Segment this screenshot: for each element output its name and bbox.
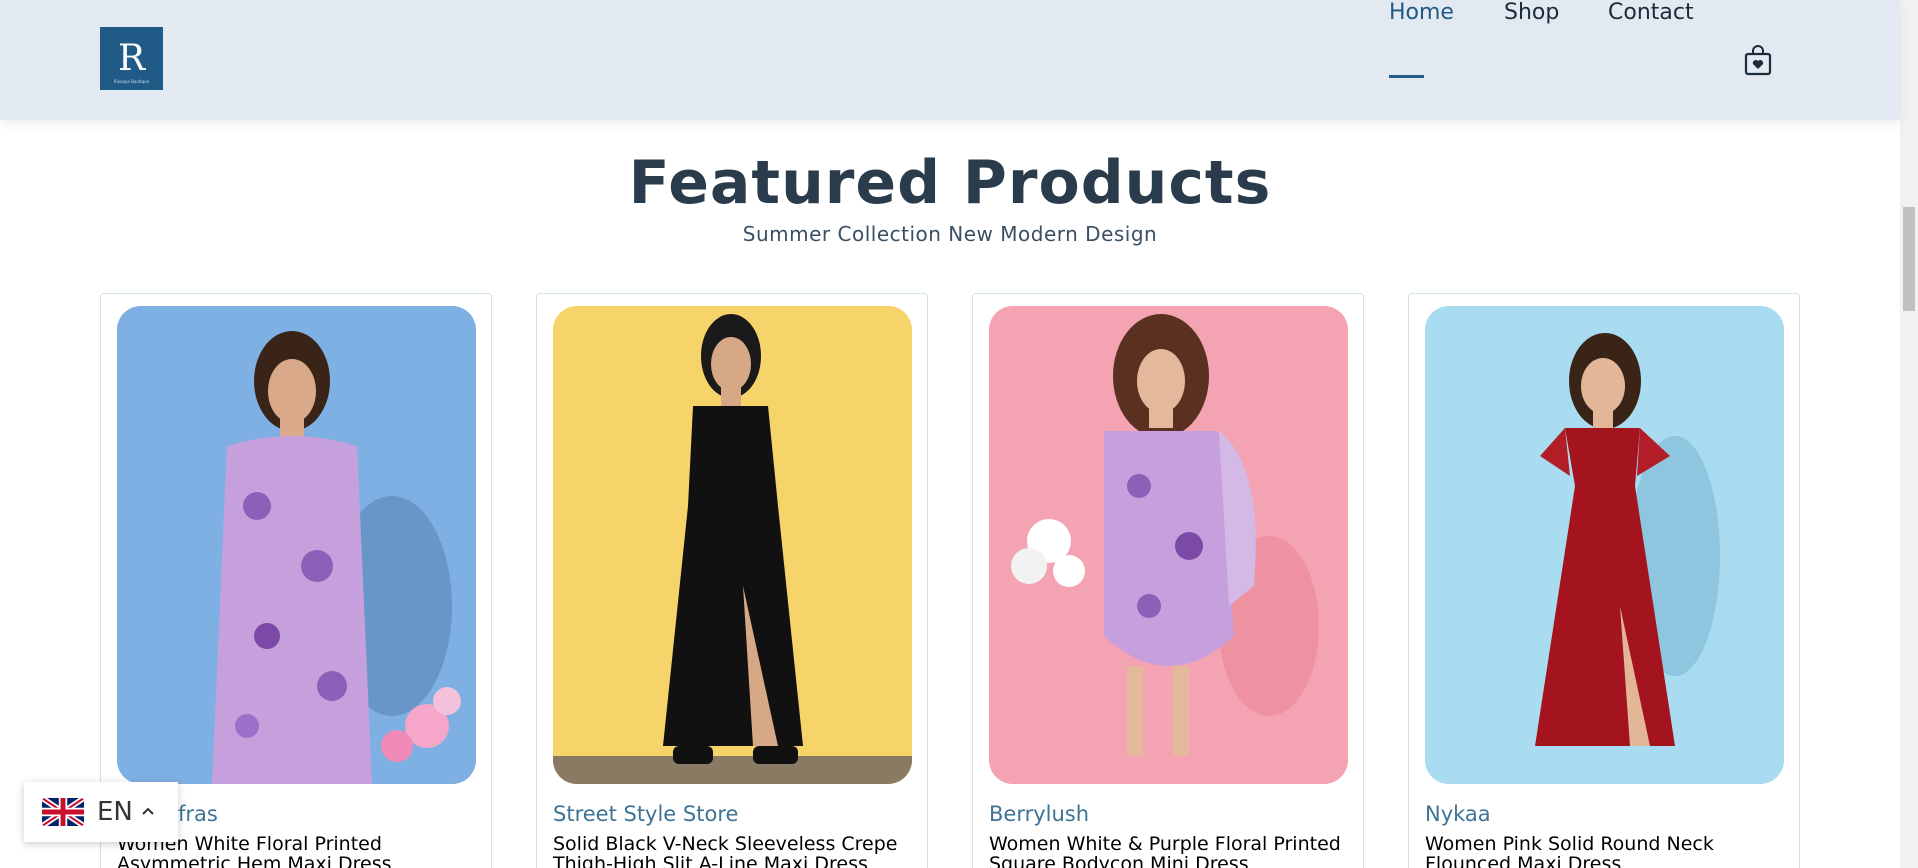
product-card[interactable]: Berrylush Women White & Purple Floral Pr… — [972, 293, 1364, 868]
scrollbar-thumb[interactable] — [1903, 207, 1915, 311]
page-scrollbar[interactable] — [1900, 0, 1918, 868]
chevron-up-icon — [141, 804, 155, 820]
nav-shop[interactable]: Shop — [1504, 0, 1559, 25]
language-switcher[interactable]: EN — [24, 782, 178, 842]
site-logo[interactable]: R Rivaaya Boutique — [100, 27, 163, 90]
product-image[interactable] — [117, 306, 476, 784]
shopping-bag-icon[interactable] — [1744, 44, 1772, 76]
product-image[interactable] — [989, 306, 1348, 784]
product-brand[interactable]: Street Style Store — [553, 802, 738, 826]
product-image[interactable] — [1425, 306, 1784, 784]
product-brand[interactable]: Berrylush — [989, 802, 1089, 826]
product-name[interactable]: Women Pink Solid Round Neck Flounced Max… — [1425, 834, 1785, 868]
product-image[interactable] — [553, 306, 912, 784]
section-title: Featured Products — [628, 148, 1272, 218]
product-brand[interactable]: Nykaa — [1425, 802, 1491, 826]
language-code: EN — [97, 797, 133, 827]
logo-text: Rivaaya Boutique — [113, 79, 150, 84]
logo-letter: R — [117, 38, 146, 79]
uk-flag-icon — [42, 798, 84, 826]
section-subtitle: Summer Collection New Modern Design — [742, 222, 1158, 246]
product-card[interactable]: Street Style Store Solid Black V-Neck Sl… — [536, 293, 928, 868]
page: R Rivaaya Boutique Home Shop Contact Fea… — [0, 0, 1918, 868]
nav-contact[interactable]: Contact — [1608, 0, 1694, 25]
product-name[interactable]: Solid Black V-Neck Sleeveless Crepe Thig… — [553, 834, 913, 868]
nav-home[interactable]: Home — [1389, 0, 1454, 25]
product-card[interactable]: Nykaa Women Pink Solid Round Neck Flounc… — [1408, 293, 1800, 868]
site-header: R Rivaaya Boutique Home Shop Contact — [0, 0, 1900, 120]
active-nav-underline — [1389, 75, 1424, 78]
product-name[interactable]: Women White & Purple Floral Printed Squa… — [989, 834, 1349, 868]
